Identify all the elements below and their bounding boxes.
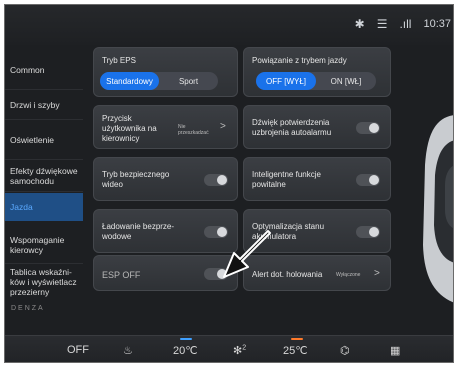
sidebar-item-doors-windows[interactable]: Drzwi i szyby xyxy=(5,90,83,120)
right-temperature[interactable]: 25℃ xyxy=(283,344,308,357)
sidebar-item-common[interactable]: Common xyxy=(5,50,83,90)
climate-off-button[interactable]: OFF xyxy=(67,344,89,356)
status-icons: ✱ ☰ .ıll 10:37 xyxy=(355,17,451,31)
eps-mode-title: Tryb EPS xyxy=(102,56,136,65)
chevron-right-icon: > xyxy=(220,121,226,132)
toggle-knob xyxy=(369,175,379,185)
left-temperature[interactable]: 20℃ xyxy=(173,344,198,357)
sidebar-item-label: Oświetlenie xyxy=(10,135,54,145)
drive-mode-link-title: Powiązanie z trybem jazdy xyxy=(252,56,347,65)
fan-icon: ✻ xyxy=(233,345,243,357)
fan-speed[interactable]: ✻2 xyxy=(233,344,246,357)
eps-option-sport[interactable]: Sport xyxy=(159,72,218,90)
sidebar-item-driver-assist[interactable]: Wspomaganie kierowcy xyxy=(5,226,83,264)
alarm-confirm-sound-toggle[interactable] xyxy=(356,122,380,134)
sidebar-item-cluster-hud[interactable]: Tablica wskaźni-ków i wyświetlacz przezi… xyxy=(5,264,83,300)
toggle-knob xyxy=(369,123,379,133)
sidebar-item-sound-effects[interactable]: Efekty dźwiękowe samochodu xyxy=(5,160,83,192)
esp-off-card: ESP OFF xyxy=(93,255,238,291)
right-temp-indicator xyxy=(291,338,303,340)
left-temp-indicator xyxy=(180,338,192,340)
chevron-right-icon: > xyxy=(374,268,380,279)
wireless-charging-label: Ładowanie bezprze-wodowe xyxy=(102,222,175,241)
smart-welcome-label: Inteligentne funkcje powitalne xyxy=(252,170,321,189)
toggle-knob xyxy=(217,175,227,185)
eps-option-standard[interactable]: Standardowy xyxy=(100,72,159,90)
battery-optimization-toggle[interactable] xyxy=(356,226,380,238)
sidebar-item-driving[interactable]: Jazda xyxy=(5,193,83,221)
sidebar-item-label: Common xyxy=(10,65,45,75)
safe-video-card: Tryb bezpiecznego wideo xyxy=(93,157,238,201)
brand-logo: DENZA xyxy=(11,305,45,312)
front-defrost-icon[interactable]: ⌬ xyxy=(340,344,350,357)
smart-welcome-card: Inteligentne funkcje powitalne xyxy=(243,157,391,201)
tow-alert-value: Wyłączone xyxy=(336,272,361,278)
eps-mode-selector[interactable]: Standardowy Sport xyxy=(100,72,218,90)
esp-off-label: ESP OFF xyxy=(102,270,141,280)
rear-defrost-icon[interactable]: ▦ xyxy=(390,344,400,357)
wifi-icon: ☰ xyxy=(376,17,388,31)
safe-video-toggle[interactable] xyxy=(204,174,228,186)
drive-mode-link-selector[interactable]: OFF [WYŁ] ON [WŁ] xyxy=(256,72,376,90)
sidebar-item-label: Tablica wskaźni-ków i wyświetlacz przezi… xyxy=(10,267,77,297)
pointer-arrow-icon xyxy=(223,230,271,278)
smart-welcome-toggle[interactable] xyxy=(356,174,380,186)
seat-heating-icon[interactable]: ♨ xyxy=(123,344,133,357)
wireless-charging-card: Ładowanie bezprze-wodowe xyxy=(93,209,238,253)
infotainment-screen: ✱ ☰ .ıll 10:37 Common Drzwi i szyby Oświ… xyxy=(4,4,454,363)
status-bar: ✱ ☰ .ıll 10:37 xyxy=(5,5,453,45)
fan-level: 2 xyxy=(242,344,247,352)
steering-user-button-value: Nie przeszkadzać xyxy=(178,124,209,136)
bluetooth-icon: ✱ xyxy=(354,17,365,31)
toggle-knob xyxy=(369,227,379,237)
drive-mode-link-card: Powiązanie z trybem jazdy OFF [WYŁ] ON [… xyxy=(243,47,391,97)
clock: 10:37 xyxy=(423,18,451,30)
link-option-off[interactable]: OFF [WYŁ] xyxy=(256,72,316,90)
sidebar-item-lighting[interactable]: Oświetlenie xyxy=(5,120,83,160)
sidebar-item-label: Jazda xyxy=(10,202,33,212)
settings-sidebar: Common Drzwi i szyby Oświetlenie Efekty … xyxy=(5,50,83,330)
link-option-on[interactable]: ON [WŁ] xyxy=(316,72,376,90)
steering-user-button-label: Przycisk użytkownika na kierownicy xyxy=(102,114,157,143)
sidebar-item-label: Wspomaganie kierowcy xyxy=(10,235,65,255)
alarm-confirm-sound-label: Dźwięk potwierdzenia uzbrojenia autoalar… xyxy=(252,118,332,137)
climate-control-bar: OFF ♨ 20℃ ✻2 25℃ ⌬ ▦ xyxy=(5,335,453,362)
sidebar-item-label: Drzwi i szyby xyxy=(10,100,60,110)
safe-video-label: Tryb bezpiecznego wideo xyxy=(102,170,170,189)
sidebar-item-label: Efekty dźwiękowe samochodu xyxy=(10,166,78,186)
signal-icon: .ıll xyxy=(399,17,412,31)
steering-user-button-card[interactable]: Przycisk użytkownika na kierownicy Nie p… xyxy=(93,105,238,149)
car-image xyxy=(423,115,453,303)
eps-mode-card: Tryb EPS Standardowy Sport xyxy=(93,47,238,97)
alarm-confirm-sound-card: Dźwięk potwierdzenia uzbrojenia autoalar… xyxy=(243,105,391,149)
